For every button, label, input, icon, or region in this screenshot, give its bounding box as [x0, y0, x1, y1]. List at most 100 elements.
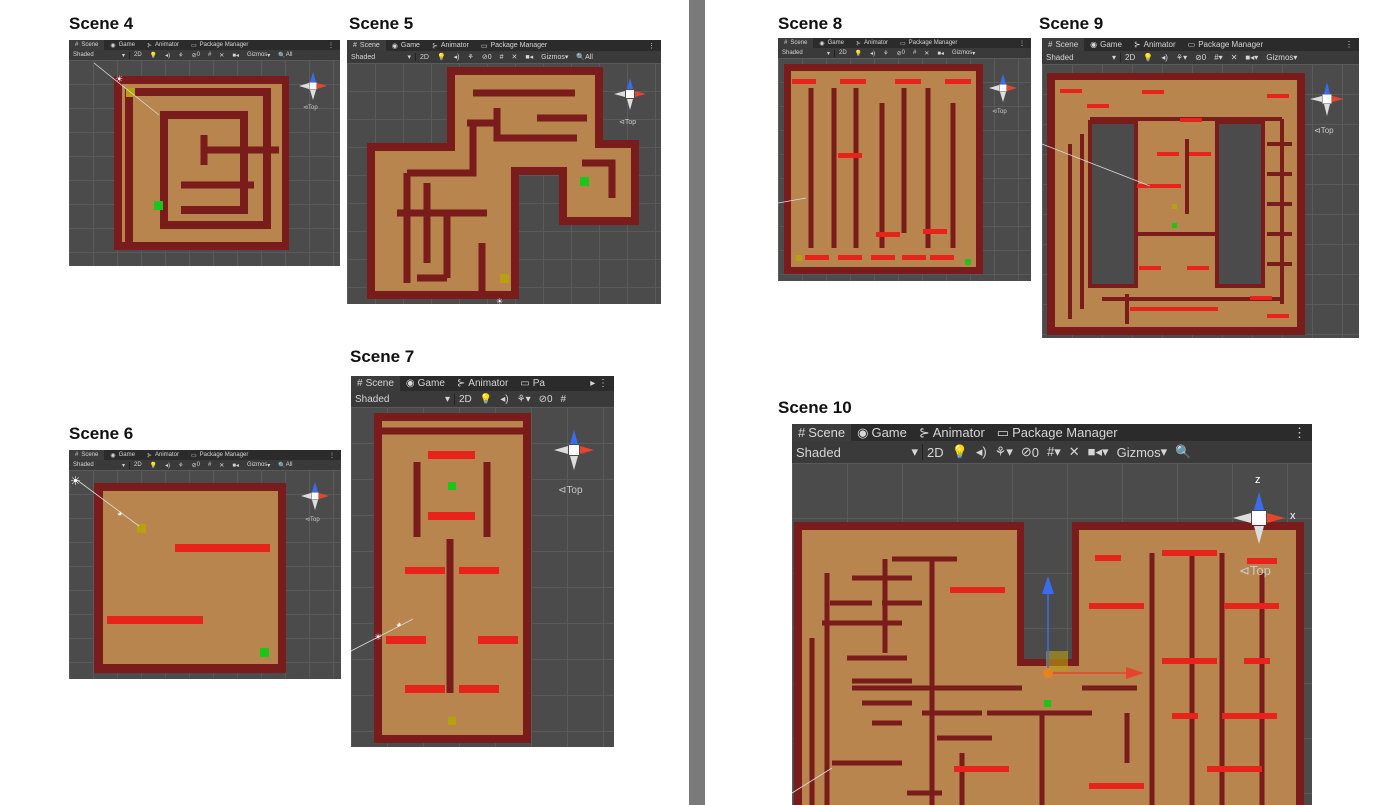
draw-mode-dropdown[interactable]: Shaded ▾: [347, 53, 416, 61]
tab-package-manager[interactable]: ▭ Package Manager: [185, 40, 254, 50]
grid-snap-icon[interactable]: #: [496, 54, 508, 61]
tab-game[interactable]: ◉ Game: [1084, 38, 1128, 51]
scene-6-viewport[interactable]: ☀ ◕ ⊲Top: [69, 470, 341, 679]
gizmos-dropdown[interactable]: Gizmos ▾: [537, 53, 572, 62]
gizmos-dropdown[interactable]: Gizmos ▾: [1113, 444, 1172, 460]
tab-animator[interactable]: ⊱ Animator: [913, 424, 991, 441]
grid-snap-icon[interactable]: #: [557, 394, 571, 405]
mode-2d-toggle[interactable]: 2D: [455, 394, 476, 405]
tab-game[interactable]: ◉ Game: [851, 424, 913, 441]
visibility-icon[interactable]: ⊘ 0: [1191, 53, 1210, 62]
mode-2d-toggle[interactable]: 2D: [130, 462, 146, 468]
visibility-icon[interactable]: ⊘ 0: [893, 50, 909, 57]
lighting-icon[interactable]: 💡: [146, 462, 161, 469]
tools-icon[interactable]: ✕: [1065, 444, 1084, 460]
tab-game[interactable]: ◉ Game: [813, 38, 850, 48]
gizmos-dropdown[interactable]: Gizmos ▾: [243, 462, 274, 469]
lighting-icon[interactable]: 💡: [851, 50, 866, 57]
mode-2d-toggle[interactable]: 2D: [1121, 53, 1139, 62]
tab-animator[interactable]: ⊱ Animator: [451, 376, 514, 391]
search-input[interactable]: 🔍 All: [572, 53, 597, 62]
orientation-gizmo[interactable]: [1310, 82, 1344, 116]
camera-icon[interactable]: ■◂: [228, 462, 243, 469]
gizmos-dropdown[interactable]: Gizmos ▾: [243, 52, 274, 59]
selected-object-pivot[interactable]: [1043, 668, 1053, 678]
search-input[interactable]: 🔍: [1171, 444, 1195, 460]
grid-snap-icon[interactable]: #: [909, 50, 920, 56]
grid-snap-icon[interactable]: #▾: [1210, 53, 1226, 62]
tab-scene[interactable]: # Scene: [69, 40, 105, 50]
mode-2d-toggle[interactable]: 2D: [416, 54, 433, 61]
draw-mode-dropdown[interactable]: Shaded ▾: [69, 51, 130, 59]
tab-scene[interactable]: # Scene: [347, 40, 386, 51]
draw-mode-dropdown[interactable]: Shaded ▾: [1042, 53, 1121, 62]
tab-scene[interactable]: # Scene: [1042, 38, 1085, 51]
tab-animator[interactable]: ⊱ Animator: [1128, 38, 1182, 51]
grid-snap-icon[interactable]: #▾: [1043, 444, 1065, 460]
effects-icon[interactable]: ⚘: [464, 53, 478, 61]
lighting-icon[interactable]: 💡: [146, 52, 161, 59]
effects-icon[interactable]: ⚘: [879, 50, 892, 57]
lighting-icon[interactable]: 💡: [433, 53, 450, 61]
scene-5-viewport[interactable]: ☀ ⊲Top: [347, 63, 661, 304]
tab-package-manager[interactable]: ▭ Package Manager: [475, 40, 553, 51]
grid-snap-icon[interactable]: #: [204, 52, 215, 58]
effects-icon[interactable]: ⚘: [174, 52, 187, 59]
scene-10-viewport[interactable]: ⊲Top z x: [792, 463, 1312, 805]
tab-game[interactable]: ◉ Game: [104, 40, 141, 50]
tab-package-manager[interactable]: ▭ Package Manager: [991, 424, 1124, 441]
more-options-icon[interactable]: ⋮: [323, 452, 341, 459]
lighting-icon[interactable]: 💡: [1139, 53, 1157, 62]
move-handle-z-cone[interactable]: [1042, 576, 1054, 594]
search-input[interactable]: 🔍 All: [274, 52, 296, 59]
visibility-icon[interactable]: ⊘ 0: [188, 462, 204, 469]
visibility-icon[interactable]: ⊘ 0: [478, 53, 496, 62]
audio-icon[interactable]: ◂): [972, 444, 991, 460]
tab-scene[interactable]: # Scene: [778, 38, 814, 48]
scene-7-viewport[interactable]: ☀ ◕ ⊲Top: [351, 407, 614, 747]
effects-icon[interactable]: ⚘▾: [991, 444, 1017, 460]
orientation-gizmo[interactable]: [989, 74, 1017, 102]
gizmos-dropdown[interactable]: Gizmos ▾: [1262, 53, 1301, 62]
tab-package-manager[interactable]: ▭ Package Manager: [894, 38, 963, 48]
more-options-icon[interactable]: ⋮: [1287, 425, 1312, 441]
audio-icon[interactable]: ◂): [450, 53, 464, 61]
more-options-icon[interactable]: ⋮: [322, 42, 340, 49]
tools-icon[interactable]: ✕: [920, 50, 933, 57]
audio-icon[interactable]: ◂): [161, 52, 174, 59]
tab-game[interactable]: ◉ Game: [400, 376, 451, 391]
orientation-gizmo[interactable]: [299, 72, 327, 100]
orientation-gizmo[interactable]: [554, 430, 594, 470]
tab-game[interactable]: ◉ Game: [386, 40, 426, 51]
lighting-icon[interactable]: 💡: [476, 394, 496, 405]
more-options-icon[interactable]: ⋮: [642, 42, 661, 50]
audio-icon[interactable]: ◂): [1157, 53, 1172, 62]
tab-game[interactable]: ◉ Game: [104, 450, 141, 460]
scene-9-viewport[interactable]: ⊲Top: [1042, 64, 1359, 338]
tools-icon[interactable]: ✕: [215, 462, 228, 469]
tab-package-manager[interactable]: ▭ Package Manager: [185, 450, 254, 460]
tab-animator[interactable]: ⊱ Animator: [141, 40, 185, 50]
camera-icon[interactable]: ■◂▾: [1241, 53, 1262, 62]
search-input[interactable]: 🔍 All: [274, 462, 296, 469]
tab-package-manager[interactable]: ▭ Pa: [514, 376, 551, 391]
effects-icon[interactable]: ⚘▾: [1172, 53, 1191, 62]
more-options-icon[interactable]: ▸ ⋮: [584, 378, 614, 389]
visibility-icon[interactable]: ⊘ 0: [188, 52, 204, 59]
draw-mode-dropdown[interactable]: Shaded ▾: [69, 461, 130, 469]
effects-icon[interactable]: ⚘: [174, 462, 187, 469]
camera-icon[interactable]: ■◂: [933, 50, 948, 57]
more-options-icon[interactable]: ⋮: [1013, 40, 1031, 47]
scene-8-viewport[interactable]: ⊲Top: [778, 58, 1031, 281]
gizmos-dropdown[interactable]: Gizmos ▾: [948, 50, 979, 57]
tab-animator[interactable]: ⊱ Animator: [141, 450, 185, 460]
mode-2d-toggle[interactable]: 2D: [130, 52, 146, 58]
effects-icon[interactable]: ⚘▾: [513, 394, 535, 405]
mode-2d-toggle[interactable]: 2D: [923, 445, 948, 460]
tools-icon[interactable]: ✕: [508, 53, 522, 61]
visibility-icon[interactable]: ⊘ 0: [535, 394, 557, 405]
camera-icon[interactable]: ■◂▾: [1084, 444, 1113, 460]
draw-mode-dropdown[interactable]: Shaded ▾: [792, 444, 923, 460]
audio-icon[interactable]: ◂): [161, 462, 174, 469]
camera-icon[interactable]: ■◂: [228, 52, 243, 59]
